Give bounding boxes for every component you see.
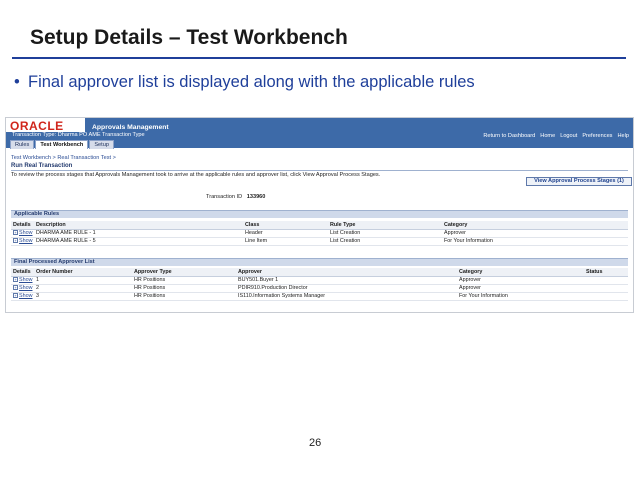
details-cell: + Show [11,237,34,246]
approver-list-table: Details Order Number Approver Type Appro… [11,268,628,301]
show-link[interactable]: Show [19,238,33,244]
expand-plus-icon[interactable]: + [13,238,18,244]
link-return-dashboard[interactable]: Return to Dashboard [483,133,535,139]
approver-list-header: Final Processed Approver List [11,258,628,266]
approver-status [584,276,628,285]
page-number: 26 [309,437,322,449]
rule-type: List Creation [328,237,442,246]
link-home[interactable]: Home [540,133,555,139]
table-row: + Show DHARMA AME RULE - 5 Line Item List… [11,237,628,246]
title-divider [12,57,626,59]
tab-rules[interactable]: Rules [10,140,35,149]
approver-category: For Your Information [457,292,584,301]
instruction-text: To review the process stages that Approv… [11,172,381,178]
link-preferences[interactable]: Preferences [582,133,612,139]
tab-bar: Rules Test Workbench Setup [10,140,114,149]
approver-status [584,284,628,293]
show-link[interactable]: Show [19,285,33,291]
applicable-rules-header: Applicable Rules [11,210,628,218]
page-heading: Run Real Transaction [11,163,73,169]
approver-type: HR Positions [132,292,236,301]
approver: BUY501.Buyer 1 [236,276,457,285]
show-link[interactable]: Show [19,293,33,299]
expand-plus-icon[interactable]: + [13,277,18,283]
col-description: Description [34,221,243,230]
expand-plus-icon[interactable]: + [13,293,18,299]
bullet-dot-icon: • [14,73,20,91]
col-rule-type: Rule Type [328,221,442,230]
heading-divider [11,170,628,171]
order-number: 2 [34,284,132,293]
transaction-id-value: 133960 [246,194,266,200]
applicable-rules-table: Details Description Class Rule Type Cate… [11,221,628,246]
link-logout[interactable]: Logout [560,133,577,139]
app-header: ORACLE Approvals Management Transaction … [6,118,633,149]
table-row: + Show 2 HR Positions PDIR910.Production … [11,284,628,293]
rule-type: List Creation [328,229,442,238]
order-number: 1 [34,276,132,285]
expand-plus-icon[interactable]: + [13,230,18,236]
table-header-row: Details Order Number Approver Type Appro… [11,268,628,277]
expand-plus-icon[interactable]: + [13,285,18,291]
approver-type: HR Positions [132,276,236,285]
col-class: Class [243,221,328,230]
col-category: Category [442,221,628,230]
table-row: + Show DHARMA AME RULE - 1 Header List Cr… [11,229,628,238]
embedded-screenshot: ORACLE Approvals Management Transaction … [5,117,634,313]
table-header-row: Details Description Class Rule Type Cate… [11,221,628,230]
link-help[interactable]: Help [617,133,629,139]
order-number: 3 [34,292,132,301]
col-approver: Approver [236,268,457,277]
global-links: Return to Dashboard Home Logout Preferen… [483,133,629,139]
col-status: Status [584,268,628,277]
details-cell: + Show [11,229,34,238]
table-row: + Show 3 HR Positions IS110.Information S… [11,292,628,301]
col-approver-type: Approver Type [132,268,236,277]
breadcrumb[interactable]: Test Workbench > Real Transaction Test > [11,155,116,161]
col-details: Details [11,268,34,277]
view-approval-stages-button[interactable]: View Approval Process Stages (1) [526,177,632,186]
table-row: + Show 1 HR Positions BUY501.Buyer 1 Appr… [11,276,628,285]
show-link[interactable]: Show [19,230,33,236]
tab-setup[interactable]: Setup [89,140,114,149]
oracle-logo: ORACLE [10,119,64,133]
approver-category: Approver [457,284,584,293]
approver: IS110.Information Systems Manager [236,292,457,301]
col-order-number: Order Number [34,268,132,277]
tab-test-workbench[interactable]: Test Workbench [35,140,89,149]
approver-type: HR Positions [132,284,236,293]
slide-title: Setup Details – Test Workbench [30,26,348,49]
bullet-text: Final approver list is displayed along w… [28,73,475,91]
approver-category: Approver [457,276,584,285]
rule-class: Line Item [243,237,328,246]
transaction-id: Transaction ID 133960 [206,194,265,200]
rule-category: For Your Information [442,237,628,246]
transaction-id-label: Transaction ID [206,194,243,200]
bullet-point: • Final approver list is displayed along… [14,73,475,92]
details-cell: + Show [11,276,34,285]
col-details: Details [11,221,34,230]
approver-status [584,292,628,301]
details-cell: + Show [11,292,34,301]
col-category: Category [457,268,584,277]
approver: PDIR910.Production Director [236,284,457,293]
rule-description: DHARMA AME RULE - 1 [34,229,243,238]
transaction-type: Transaction Type: Dharma PO AME Transact… [12,132,145,138]
rule-description: DHARMA AME RULE - 5 [34,237,243,246]
rule-category: Approver [442,229,628,238]
show-link[interactable]: Show [19,277,33,283]
app-name: Approvals Management [92,124,169,131]
details-cell: + Show [11,284,34,293]
logo-area: ORACLE [6,118,85,133]
rule-class: Header [243,229,328,238]
